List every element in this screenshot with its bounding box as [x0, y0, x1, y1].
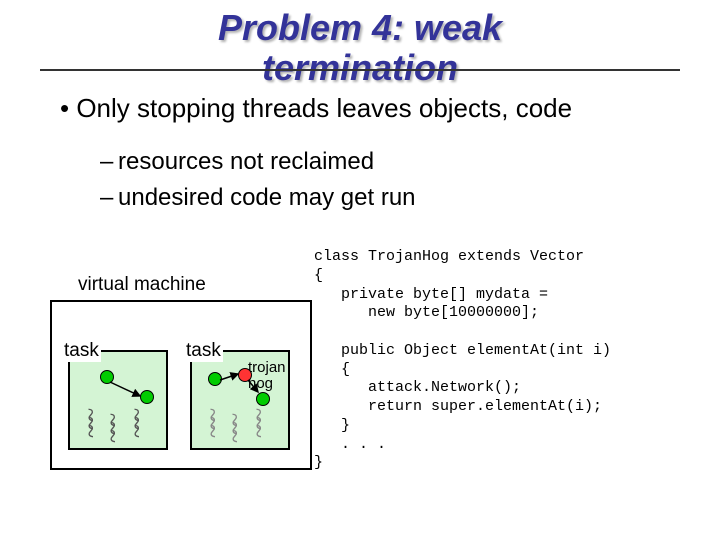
title-underline: [40, 69, 680, 71]
sub-bullet-2: –undesired code may get run: [100, 180, 720, 216]
vm-label: virtual machine: [78, 274, 206, 296]
main-bullet-text: Only stopping threads leaves objects, co…: [76, 93, 572, 123]
main-bullet: • Only stopping threads leaves objects, …: [60, 93, 660, 124]
title-line1: Problem 4: weak: [218, 7, 502, 48]
sub-bullet-list: –resources not reclaimed –undesired code…: [100, 144, 720, 216]
sub-bullet-1: –resources not reclaimed: [100, 144, 720, 180]
object-arrows-icon: [190, 350, 300, 460]
slide-title: Problem 4: weak termination: [0, 0, 720, 87]
title-line2: termination: [262, 47, 458, 88]
code-snippet: class TrojanHog extends Vector { private…: [314, 248, 611, 473]
